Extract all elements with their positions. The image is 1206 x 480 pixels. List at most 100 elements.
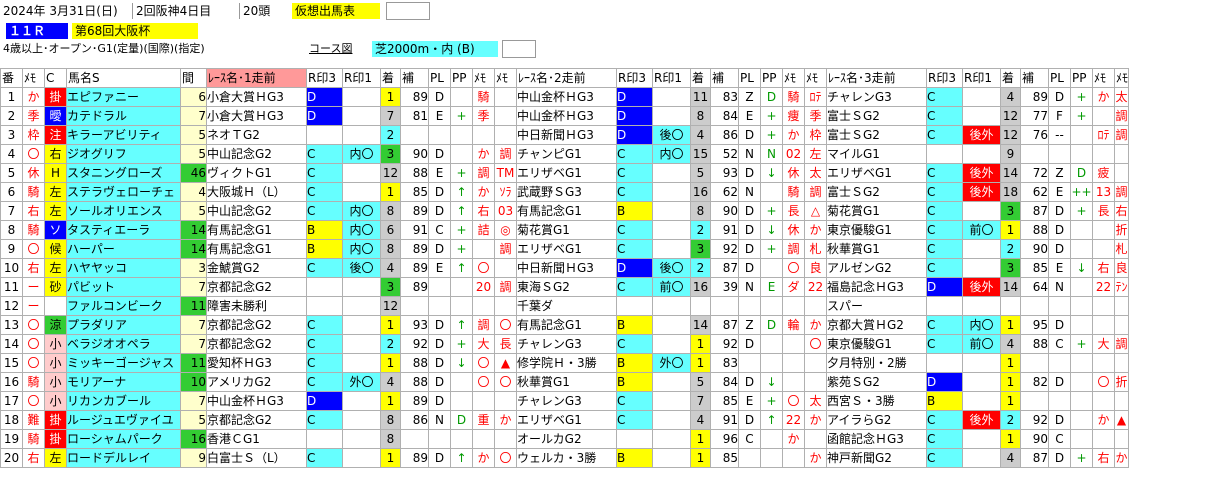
race-name-cell[interactable]: エリザベG1 xyxy=(516,163,617,183)
race-name-cell[interactable]: 福島記念ＨG3 xyxy=(826,277,927,297)
race-name-cell[interactable]: アルゼンG2 xyxy=(826,258,927,278)
horse-name[interactable]: ハヤヤッコ xyxy=(66,258,181,278)
race-name-cell[interactable]: スパー xyxy=(826,296,927,316)
col-header[interactable]: 着 xyxy=(690,68,711,88)
race-name-cell[interactable]: 千葉ダ xyxy=(516,296,617,316)
race-name-cell[interactable]: アイラらG2 xyxy=(826,410,927,430)
race-name-cell[interactable]: 香港ＣG1 xyxy=(206,429,307,449)
horse-name[interactable]: ジオグリフ xyxy=(66,144,181,164)
col-header[interactable]: PL xyxy=(738,68,761,88)
col-header[interactable]: ﾒﾓ xyxy=(22,68,45,88)
table-row[interactable]: 16 騎小モリアーナ 10 アメリカG2 C 外〇 4 88 D 〇〇秋華賞G1 B 5 84 D ↓ 紫苑Ｓ… xyxy=(0,372,1130,392)
col-header[interactable]: PP xyxy=(450,68,473,88)
race-name-cell[interactable]: 修学院Ｈ・3勝 xyxy=(516,353,617,373)
table-row[interactable]: 7 右左ソールオリエンス 5 中山記念G2 C 内〇 8 89 D ↑ 右 03 有馬記念G1 B 8 90 D… xyxy=(0,201,1130,221)
horse-name[interactable]: ローシャムパーク xyxy=(66,429,181,449)
race-name-cell[interactable]: 富士ＳG2 xyxy=(826,182,927,202)
race-name-cell[interactable]: 京都記念G2 xyxy=(206,334,307,354)
col-header[interactable]: 着 xyxy=(380,68,401,88)
race-name-cell[interactable]: 有馬記念G1 xyxy=(516,201,617,221)
table-row[interactable]: 3 枠注キラーアビリティ 5 ネオＴG2 2 中日新聞ＨG3 D 後〇 4 86 D + か枠富士ＳG2… xyxy=(0,125,1130,145)
race-name-cell[interactable]: 愛知杯ＨG3 xyxy=(206,353,307,373)
table-row[interactable]: 18 難掛ルージュエヴァイユ 5 京都記念G2 C 8 86 N D 重かエリザベG1 C 4 91 D ↑… xyxy=(0,410,1130,430)
col-header[interactable]: ﾒﾓ xyxy=(1113,68,1130,88)
col-header[interactable]: 間 xyxy=(180,68,207,88)
horse-name[interactable]: スタニングローズ xyxy=(66,163,181,183)
col-header[interactable]: ﾚｰｽ名･1走前 xyxy=(206,68,307,88)
race-name-cell[interactable]: 中山金杯ＨG3 xyxy=(516,87,617,107)
race-name-cell[interactable]: エリザベG1 xyxy=(516,239,617,259)
race-name-cell[interactable]: エリザベG1 xyxy=(516,410,617,430)
table-row[interactable]: 11 ー砂パビット 7 京都記念G2 3 89 20 調東海ＳG2 C 前〇 16 39 N E ダ 22 福島… xyxy=(0,277,1130,297)
col-header[interactable]: R印3 xyxy=(616,68,653,88)
col-header[interactable]: R印3 xyxy=(926,68,963,88)
race-name-cell[interactable]: エリザベG1 xyxy=(826,163,927,183)
race-name-cell[interactable]: 中日新聞ＨG3 xyxy=(516,258,617,278)
race-name-cell[interactable]: ヴィクトG1 xyxy=(206,163,307,183)
table-row[interactable]: 14 〇小ベラジオオペラ 7 京都記念G2 C 2 92 D + 大長チャレンG3 C 1 92 D 〇東京… xyxy=(0,334,1130,354)
race-name-cell[interactable]: 武蔵野ＳG3 xyxy=(516,182,617,202)
col-header[interactable]: ﾒﾓ xyxy=(1092,68,1115,88)
race-name-cell[interactable]: オールカG2 xyxy=(516,429,617,449)
race-name-cell[interactable]: 西宮Ｓ・3勝 xyxy=(826,391,927,411)
horse-name[interactable]: ハーパー xyxy=(66,239,181,259)
race-name-cell[interactable]: 京都記念G2 xyxy=(206,315,307,335)
col-header[interactable]: PP xyxy=(760,68,783,88)
race-name-cell[interactable]: 菊花賞G1 xyxy=(826,201,927,221)
col-header[interactable]: PP xyxy=(1070,68,1093,88)
col-header[interactable]: 補 xyxy=(400,68,429,88)
race-name-cell[interactable]: 白富士Ｓ（L） xyxy=(206,448,307,468)
horse-name[interactable]: プラダリア xyxy=(66,315,181,335)
horse-name[interactable]: ミッキーゴージャス xyxy=(66,353,181,373)
race-name-cell[interactable]: 障害未勝利 xyxy=(206,296,307,316)
col-header[interactable]: R印1 xyxy=(962,68,1001,88)
table-row[interactable]: 10 右左ハヤヤッコ 3 金鯱賞G2 C 後〇 4 89 E ↑ 〇中日新聞ＨG3 D 後〇 2 87 D 〇良… xyxy=(0,258,1130,278)
horse-name[interactable]: エピファニー xyxy=(66,87,181,107)
race-name-cell[interactable]: マイルG1 xyxy=(826,144,927,164)
table-row[interactable]: 15 〇小ミッキーゴージャス 11 愛知杯ＨG3 C 1 88 D ↓ 〇 ▲ 修学院Ｈ・3勝 B 外〇 1… xyxy=(0,353,1130,373)
race-name-cell[interactable]: 函館記念ＨG3 xyxy=(826,429,927,449)
race-name-cell[interactable]: 菊花賞G1 xyxy=(516,220,617,240)
col-header[interactable]: 着 xyxy=(1000,68,1021,88)
col-header[interactable]: ﾒﾓ xyxy=(782,68,805,88)
horse-name[interactable]: ソールオリエンス xyxy=(66,201,181,221)
col-header[interactable]: PL xyxy=(428,68,451,88)
race-name-cell[interactable]: ウェルカ・3勝 xyxy=(516,448,617,468)
race-name-cell[interactable]: チャレンG3 xyxy=(516,334,617,354)
race-name-cell[interactable]: 京都記念G2 xyxy=(206,410,307,430)
horse-name[interactable]: ルージュエヴァイユ xyxy=(66,410,181,430)
col-header[interactable]: C xyxy=(44,68,67,88)
race-name-cell[interactable]: 中山金杯ＨG3 xyxy=(206,391,307,411)
horse-name[interactable]: リカンカブール xyxy=(66,391,181,411)
race-name-cell[interactable]: 神戸新聞G2 xyxy=(826,448,927,468)
horse-name[interactable]: ロードデルレイ xyxy=(66,448,181,468)
table-row[interactable]: 5 休 H スタニングローズ 46 ヴィクトG1 C 12 88 E + 調 TM エリザベG1 C 5 93 D… xyxy=(0,163,1130,183)
horse-name[interactable]: パビット xyxy=(66,277,181,297)
col-header[interactable]: R印3 xyxy=(306,68,343,88)
table-row[interactable]: 2 季曖カテドラル 7 小倉大賞ＨG3 D 7 81 E + 季中山金杯ＨG3 D 8 84 E + 痩季富士… xyxy=(0,106,1130,126)
race-name-cell[interactable]: 中山記念G2 xyxy=(206,144,307,164)
table-row[interactable]: 9 〇候ハーパー 14 有馬記念G1 B 内〇 8 89 D + 調エリザベG1 C 3 92 D + 調札秋華… xyxy=(0,239,1130,259)
race-name-cell[interactable]: 有馬記念G1 xyxy=(206,239,307,259)
race-name-cell[interactable]: 京都記念G2 xyxy=(206,277,307,297)
race-name-cell[interactable]: 有馬記念G1 xyxy=(206,220,307,240)
race-name-cell[interactable]: 京都大賞ＨG2 xyxy=(826,315,927,335)
col-header[interactable]: PL xyxy=(1048,68,1071,88)
table-row[interactable]: 6 騎左ステラヴェローチェ 4 大阪城Ｈ（L） C 1 85 D ↑ かｿﾗ 武蔵野ＳG3 C 16 62… xyxy=(0,182,1130,202)
header-empty-field[interactable] xyxy=(386,2,430,20)
horse-name[interactable]: ファルコンビーク xyxy=(66,296,181,316)
race-name-cell[interactable]: アメリカG2 xyxy=(206,372,307,392)
race-name-cell[interactable]: 東海ＳG2 xyxy=(516,277,617,297)
race-name-cell[interactable]: 中山金杯ＨG3 xyxy=(516,106,617,126)
race-name-cell[interactable]: 小倉大賞ＨG3 xyxy=(206,87,307,107)
table-row[interactable]: 4 〇右ジオグリフ 5 中山記念G2 C 内〇 3 90 D か調チャンピG1 C 内〇 15 52 N N 0… xyxy=(0,144,1130,164)
col-header[interactable]: 補 xyxy=(710,68,739,88)
col-header[interactable]: 補 xyxy=(1020,68,1049,88)
race-name-cell[interactable]: チャレンG3 xyxy=(826,87,927,107)
course-empty-field[interactable] xyxy=(502,40,536,58)
col-header[interactable]: ﾒﾓ xyxy=(804,68,827,88)
race-name-cell[interactable]: 有馬記念G1 xyxy=(516,315,617,335)
race-name-cell[interactable]: ネオＴG2 xyxy=(206,125,307,145)
col-header[interactable]: ﾚｰｽ名･3走前 xyxy=(826,68,927,88)
col-header[interactable]: ﾚｰｽ名･2走前 xyxy=(516,68,617,88)
